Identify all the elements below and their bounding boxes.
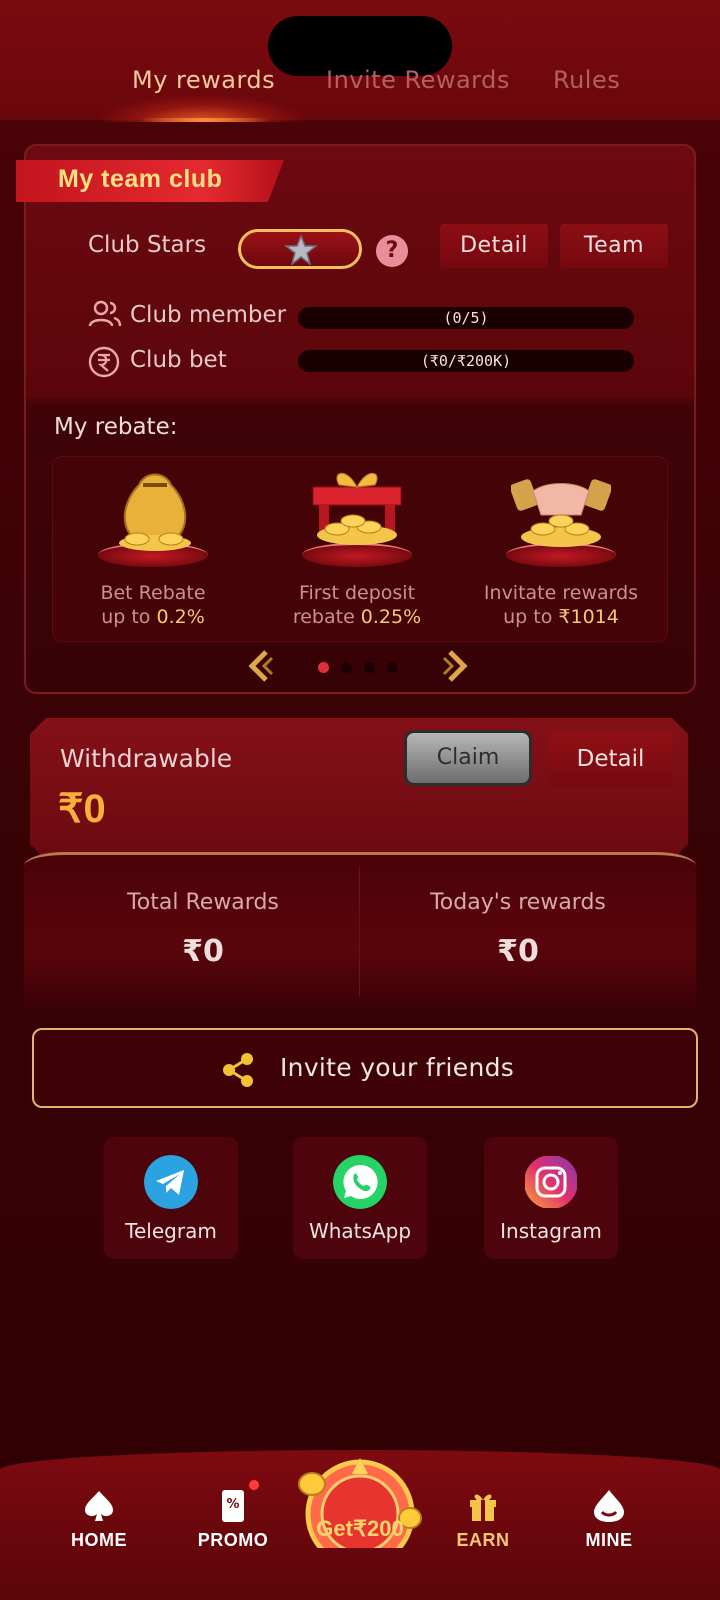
club-bet-progress: (₹0/₹200K) (298, 350, 634, 372)
withdraw-detail-button[interactable]: Detail (548, 732, 673, 786)
instagram-label: Instagram (500, 1219, 602, 1243)
club-bet-label: Club bet (130, 347, 227, 373)
club-member-label: Club member (130, 302, 287, 328)
rebate-item-first-deposit[interactable]: First deposit rebate 0.25% (257, 457, 457, 643)
nav-promo[interactable]: % (178, 1488, 288, 1528)
club-stars-label: Club Stars (88, 232, 207, 258)
team-club-title: My team club (58, 165, 223, 193)
nav-earn[interactable] (428, 1488, 538, 1528)
rewards-divider (359, 866, 360, 996)
tab-invite-rewards[interactable]: Invite Rewards (326, 66, 510, 94)
star-icon (284, 235, 318, 265)
get-bonus-label[interactable]: Get₹200 (308, 1516, 412, 1542)
members-icon (88, 300, 122, 327)
club-stars-indicator (238, 229, 362, 269)
carousel-dot-1[interactable] (318, 662, 329, 673)
club-member-progress: (0/5) (298, 307, 634, 329)
rebate-line1: Invitate rewards (483, 582, 639, 604)
spade-icon (85, 1491, 113, 1521)
gift-box-icon (312, 472, 402, 545)
promo-notification-dot (247, 1478, 261, 1492)
my-rebate-title: My rebate: (54, 414, 178, 440)
chevron-left-icon[interactable] (248, 650, 276, 682)
rebate-carousel[interactable]: Bet Rebate up to 0.2% First deposit reba… (52, 456, 668, 642)
rewards-summary-panel (24, 852, 696, 1010)
total-rewards-value: ₹0 (182, 934, 224, 969)
nav-home[interactable] (44, 1488, 154, 1528)
rebate-line1: First deposit (298, 582, 416, 604)
tab-my-rewards[interactable]: My rewards (132, 66, 275, 94)
carousel-dot-4[interactable] (387, 662, 398, 673)
tab-rules[interactable]: Rules (553, 66, 620, 94)
share-whatsapp[interactable]: WhatsApp (293, 1137, 427, 1259)
nav-promo-label: PROMO (197, 1530, 269, 1550)
rebate-line2: up to ₹1014 (503, 606, 619, 628)
nav-earn-label: EARN (456, 1530, 510, 1550)
nav-home-label: HOME (71, 1530, 127, 1550)
rebate-line2: rebate 0.25% (292, 606, 422, 628)
invite-friends-label: Invite your friends (280, 1053, 515, 1082)
share-instagram[interactable]: Instagram (484, 1137, 618, 1259)
instagram-icon (525, 1156, 577, 1208)
whatsapp-label: WhatsApp (308, 1219, 412, 1243)
active-tab-indicator (140, 118, 270, 122)
promo-ticket-icon: % (222, 1490, 244, 1522)
club-team-button[interactable]: Team (560, 224, 668, 268)
rebate-text-bet: Bet Rebate up to 0.2% (53, 581, 253, 629)
carousel-dot-3[interactable] (364, 662, 375, 673)
today-rewards-label: Today's rewards (430, 890, 606, 915)
rebate-item-bet[interactable]: Bet Rebate up to 0.2% (53, 457, 253, 643)
chevron-right-icon[interactable] (440, 650, 468, 682)
withdrawable-label: Withdrawable (60, 744, 233, 773)
nav-mine-label: MINE (585, 1530, 633, 1550)
mine-drop-icon (594, 1490, 624, 1522)
rebate-line2: up to 0.2% (101, 606, 205, 628)
rupee-circle-icon (88, 346, 120, 378)
gift-icon (470, 1494, 496, 1521)
club-detail-button[interactable]: Detail (440, 224, 548, 268)
share-icon (223, 1053, 253, 1087)
rebate-item-invite[interactable]: Invitate rewards up to ₹1014 (461, 457, 661, 643)
nav-mine[interactable] (554, 1488, 664, 1528)
telegram-label: Telegram (125, 1219, 217, 1243)
money-bag-icon (119, 473, 191, 551)
today-rewards-value: ₹0 (497, 934, 539, 969)
svg-text:%: % (226, 1497, 239, 1512)
claim-button[interactable]: Claim (404, 730, 532, 786)
withdrawable-amount: ₹0 (58, 787, 106, 831)
rebate-text-invite: Invitate rewards up to ₹1014 (461, 581, 661, 629)
rebate-line1: Bet Rebate (100, 582, 206, 604)
telegram-icon (144, 1155, 198, 1209)
whatsapp-icon (333, 1155, 387, 1209)
handshake-icon (511, 479, 611, 547)
team-club-ribbon: My team club (16, 160, 284, 202)
carousel-dot-2[interactable] (341, 662, 352, 673)
share-telegram[interactable]: Telegram (104, 1137, 238, 1259)
total-rewards-label: Total Rewards (127, 890, 279, 915)
help-icon[interactable]: ? (376, 235, 408, 267)
rebate-text-first-deposit: First deposit rebate 0.25% (257, 581, 457, 629)
